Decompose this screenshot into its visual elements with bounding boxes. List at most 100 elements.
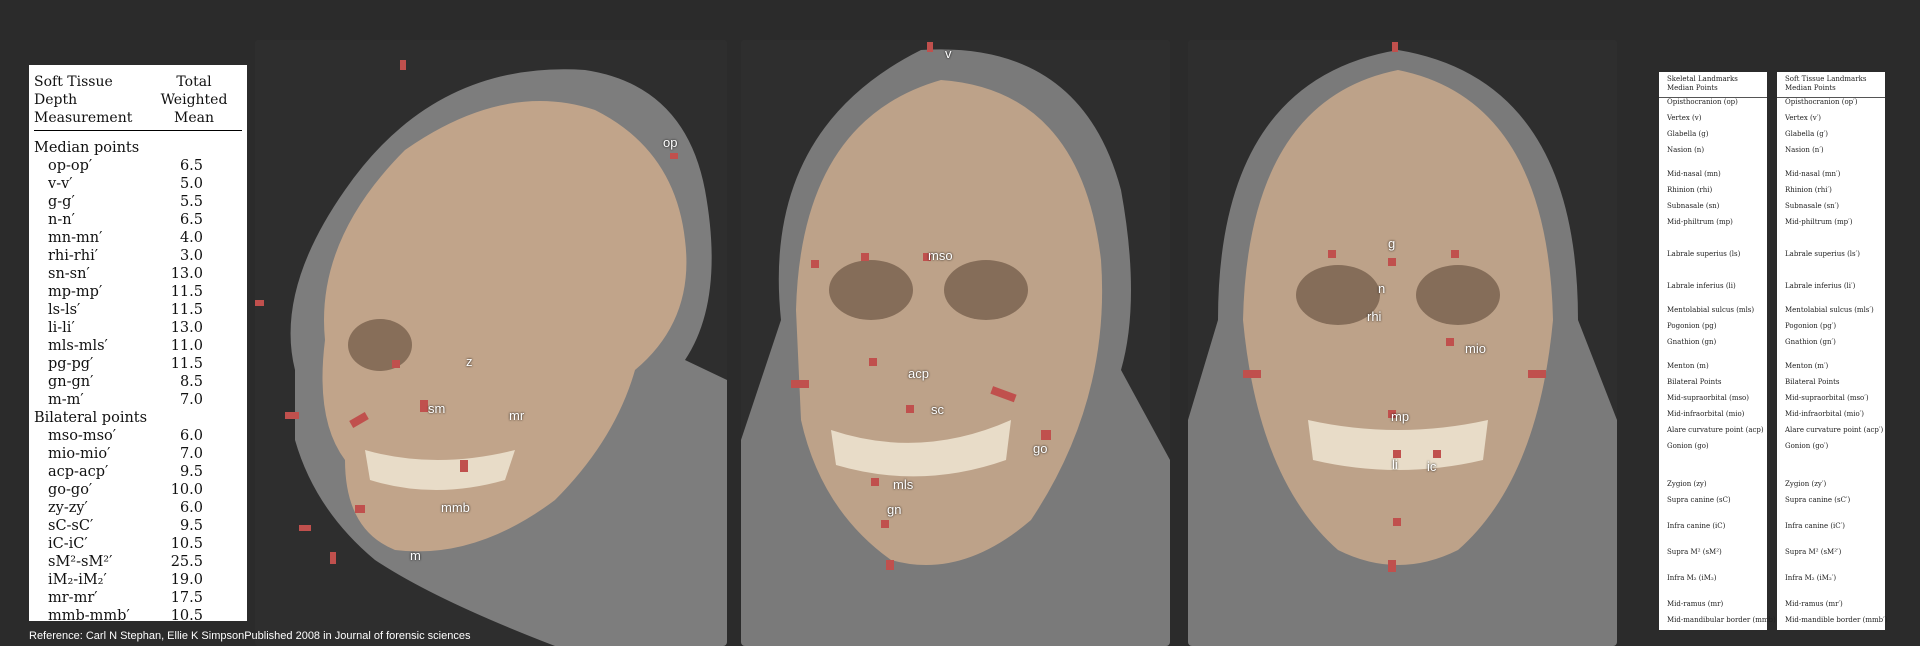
landmark-item: Infra canine (iC′) <box>1785 522 1845 530</box>
measurement-label: mio-mio′ <box>48 446 111 462</box>
landmark-item: Gonion (go) <box>1667 442 1709 450</box>
landmark-item: Alare curvature point (acp′) <box>1785 426 1884 434</box>
landmark-item: Mid-ramus (mr) <box>1667 600 1724 608</box>
landmark-item: Zygion (zy′) <box>1785 480 1827 488</box>
measurement-table: Soft Tissue Depth Measurement Total Weig… <box>29 65 247 624</box>
soft-tissue-landmarks-list: Soft Tissue Landmarks Median Points Opis… <box>1777 72 1888 630</box>
landmark-item: Alare curvature point (acp) <box>1667 426 1764 434</box>
side-view-photo <box>255 40 727 646</box>
label-gn: gn <box>887 502 902 517</box>
header-mean: Total Weighted Mean <box>154 73 234 127</box>
landmark-item: Mid-supraorbital (mso) <box>1667 394 1749 402</box>
label-mp: mp <box>1391 409 1410 424</box>
measurement-label: m-m′ <box>48 392 84 408</box>
label-z: z <box>466 354 473 369</box>
table-row: zy-zy′ 6.0 <box>34 499 242 517</box>
table-row: mr-mr′ 17.5 <box>34 589 242 607</box>
landmark-item: Labrale superius (ls′) <box>1785 250 1860 258</box>
landmark-item: Mid-philtrum (mp′) <box>1785 218 1853 226</box>
measurement-value: 19.0 <box>170 572 203 588</box>
landmark-item: Mid-nasal (mn′) <box>1785 170 1841 178</box>
title-line: Median Points <box>1785 84 1836 92</box>
landmark-item: Mentolabial sulcus (mls′) <box>1785 306 1874 314</box>
landmark-item: Supra M² (sM²) <box>1667 548 1722 556</box>
table-row: go-go′ 10.0 <box>34 481 242 499</box>
measurement-label: acp-acp′ <box>48 464 109 480</box>
table-row: ls-ls′ 11.5 <box>34 301 242 319</box>
landmark-item: Opisthocranion (op′) <box>1785 98 1858 106</box>
measurement-label: mp-mp′ <box>48 284 103 300</box>
measurement-label: n-n′ <box>48 212 75 228</box>
table-row: mso-mso′ 6.0 <box>34 427 242 445</box>
measurement-label: sn-sn′ <box>48 266 90 282</box>
title-line: Soft Tissue Landmarks <box>1785 75 1867 83</box>
table-row: mp-mp′ 11.5 <box>34 283 242 301</box>
measurement-label: go-go′ <box>48 482 93 498</box>
table-row: sC-sC′ 9.5 <box>34 517 242 535</box>
measurement-value: 7.0 <box>179 392 203 408</box>
label-g: g <box>1388 236 1396 251</box>
landmark-item: Labrale inferius (li) <box>1667 282 1736 290</box>
measurement-label: rhi-rhi′ <box>48 248 99 264</box>
header-line: Soft Tissue <box>34 74 113 90</box>
label-ic: ic <box>1427 459 1437 474</box>
measurement-value: 13.0 <box>170 266 203 282</box>
measurement-value: 6.0 <box>179 428 203 444</box>
landmark-item: Mid-mandible border (mmb′) <box>1785 616 1888 624</box>
measurement-label: mls-mls′ <box>48 338 108 354</box>
landmark-item: Menton (m′) <box>1785 362 1829 370</box>
front-view-photo <box>741 40 1170 646</box>
landmark-item: Subnasale (sn) <box>1667 202 1720 210</box>
measurement-label: mn-mn′ <box>48 230 103 246</box>
landmark-item: Vertex (v) <box>1667 114 1702 122</box>
table-row: g-g′ 5.5 <box>34 193 242 211</box>
landmark-item: Mid-ramus (mr′) <box>1785 600 1843 608</box>
measurement-label: gn-gn′ <box>48 374 94 390</box>
landmark-item: Menton (m) <box>1667 362 1709 370</box>
table-row: mn-mn′ 4.0 <box>34 229 242 247</box>
measurement-value: 6.5 <box>179 212 203 228</box>
header-line: Weighted <box>160 92 228 108</box>
landmark-item: Supra canine (sC) <box>1667 496 1731 504</box>
header-line: Mean <box>174 110 214 126</box>
landmark-item: Infra M₂ (iM₂′) <box>1785 574 1837 582</box>
measurement-label: pg-pg′ <box>48 356 94 372</box>
measurement-label: sC-sC′ <box>48 518 94 534</box>
front-view-photo-2 <box>1188 40 1617 646</box>
header-line: Measurement <box>34 110 133 126</box>
measurement-value: 6.0 <box>179 500 203 516</box>
table-rows: Median points op-op′ 6.5 v-v′ 5.0 g-g′ 5.5 n-n′… <box>34 137 242 625</box>
landmark-item: Mid-supraorbital (mso′) <box>1785 394 1869 402</box>
landmark-item: Nasion (n) <box>1667 146 1705 154</box>
header-line: Total <box>176 74 212 90</box>
landmark-item: Pogonion (pg′) <box>1785 322 1837 330</box>
landmark-item: Rhinion (rhi) <box>1667 186 1713 194</box>
table-row: m-m′ 7.0 <box>34 391 242 409</box>
landmark-item: Glabella (g) <box>1667 130 1709 138</box>
measurement-value: 11.0 <box>170 338 203 354</box>
measurement-value: 10.0 <box>170 482 203 498</box>
landmark-item: Pogonion (pg) <box>1667 322 1717 330</box>
landmark-item: Supra canine (sC′) <box>1785 496 1851 504</box>
label-mso: mso <box>928 248 953 263</box>
label-go: go <box>1033 441 1048 456</box>
measurement-label: ls-ls′ <box>48 302 81 318</box>
measurement-value: 6.5 <box>179 158 203 174</box>
label-op: op <box>663 135 678 150</box>
measurement-value: 9.5 <box>179 464 203 480</box>
measurement-label: Bilateral points <box>34 410 148 426</box>
header-line: Depth <box>34 92 78 108</box>
table-section-row: Bilateral points <box>34 409 242 427</box>
measurement-value: 8.5 <box>179 374 203 390</box>
landmark-item: Mentolabial sulcus (mls) <box>1667 306 1755 314</box>
header-measurement: Soft Tissue Depth Measurement <box>34 73 132 127</box>
label-mr: mr <box>509 408 525 423</box>
measurement-value: 13.0 <box>170 320 203 336</box>
measurement-label: v-v′ <box>48 176 73 192</box>
landmark-item: Subnasale (sn′) <box>1785 202 1839 210</box>
measurement-value: 10.5 <box>170 536 203 552</box>
table-row: mls-mls′ 11.0 <box>34 337 242 355</box>
measurement-label: iC-iC′ <box>48 536 88 552</box>
label-li: li <box>1392 457 1398 472</box>
landmark-item: Nasion (n′) <box>1785 146 1824 154</box>
